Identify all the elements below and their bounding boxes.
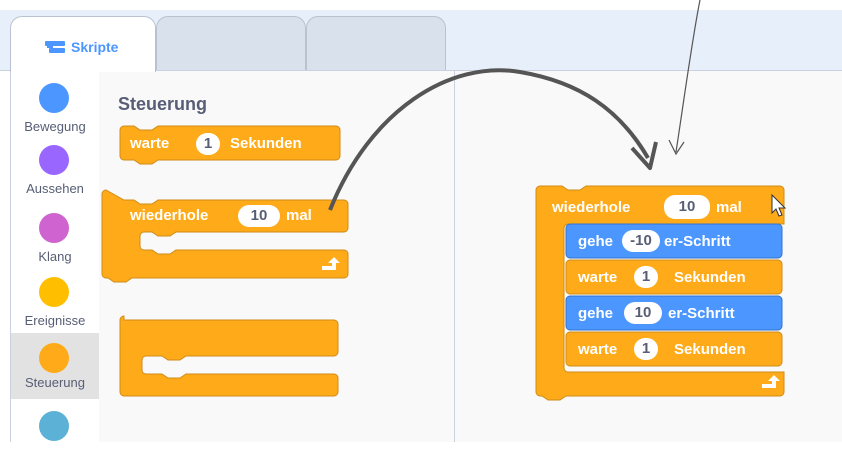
seconds-input[interactable]: 1 [634,266,658,288]
block-label-gehe: gehe [578,305,614,322]
block-label-sekunden: Sekunden [674,341,746,358]
steps-input[interactable]: -10 [622,230,660,252]
block-label-gehe: gehe [578,233,614,250]
block-label-er-schritt: er-Schritt [668,305,735,322]
seconds-input[interactable]: 1 [196,133,220,155]
seconds-input[interactable]: 1 [634,338,658,360]
annotation-arrow [675,0,701,153]
block-label-wiederhole: wiederhole [130,207,209,224]
repeat-count-input[interactable]: 10 [664,195,710,219]
code-blocks-icon [45,41,65,60]
tab-label: Skripte [71,39,119,55]
block-label-mal: mal [286,207,312,224]
block-label-warte: warte [578,269,618,286]
block-label-sekunden: Sekunden [230,135,302,152]
block-label-warte: warte [578,341,618,358]
block-label-sekunden: Sekunden [674,269,746,286]
block-label-er-schritt: er-Schritt [664,233,731,250]
palette-repeat-block[interactable] [101,189,349,283]
block-label-warte: warte [130,135,170,152]
block-label-wiederhole: wiederhole [552,199,631,216]
block-label-mal: mal [716,199,742,216]
palette-c-block[interactable] [119,315,339,397]
tab-skripte[interactable]: Skripte [10,16,156,72]
repeat-count-input[interactable]: 10 [238,205,280,227]
steps-input[interactable]: 10 [624,302,662,324]
